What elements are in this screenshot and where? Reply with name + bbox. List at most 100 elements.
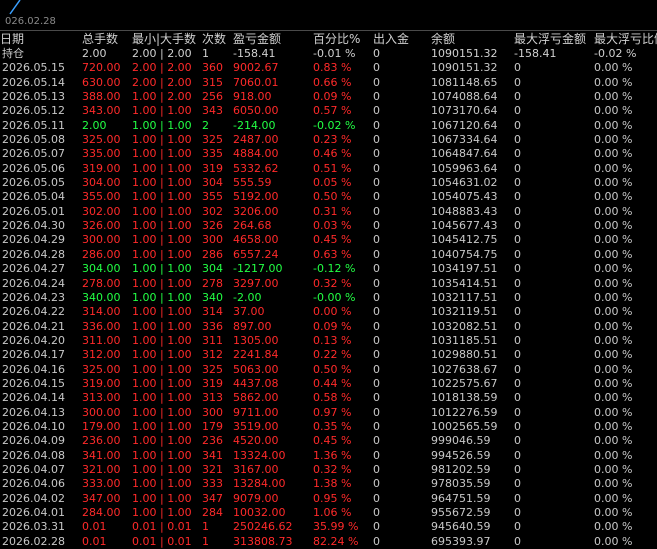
table-row[interactable]: 2026.05.01 302.00 1.00 | 1.00 302 3206.00 0.3… — [0, 205, 657, 219]
row-pnl: 250246.62 — [233, 520, 293, 534]
table-row[interactable]: 2026.04.08 341.00 1.00 | 1.00 341 13324.00 1.… — [0, 449, 657, 463]
table-row[interactable]: 2026.04.06 333.00 1.00 | 1.00 333 13284.00 1.… — [0, 477, 657, 491]
table-row[interactable]: 2026.04.23 340.00 1.00 | 1.00 340 -2.00 -0.00… — [0, 291, 657, 305]
row-pnl: 5332.62 — [233, 161, 279, 175]
row-minmax: 1.00 | 1.00 — [132, 133, 192, 147]
row-flow: 0 — [373, 506, 380, 519]
row-balance: 1034197.51 — [431, 262, 498, 276]
row-lots: 630.00 — [82, 75, 121, 89]
table-row[interactable]: 2026.04.15 319.00 1.00 | 1.00 319 4437.08 0.4… — [0, 377, 657, 391]
table-row[interactable]: 持仓 2.00 2.00 | 2.00 1 -158.41 -0.01 % 0 1090151… — [0, 47, 657, 61]
row-maxloss: 0 — [514, 290, 521, 304]
row-lots: 340.00 — [82, 290, 121, 304]
row-maxpct: 0.00 % — [594, 506, 633, 519]
col-flow[interactable]: 出入金 — [373, 31, 431, 47]
row-pct: 1.06 % — [313, 506, 352, 519]
table-row[interactable]: 2026.04.27 304.00 1.00 | 1.00 304 -1217.00 -0… — [0, 262, 657, 276]
row-pct: 0.23 % — [313, 133, 352, 147]
row-count: 340 — [202, 290, 223, 304]
row-balance: 1067120.64 — [431, 118, 498, 132]
col-maxloss[interactable]: 最大浮亏金额 — [514, 31, 594, 47]
row-lots: 341.00 — [82, 448, 121, 462]
table-row[interactable]: 2026.05.06 319.00 1.00 | 1.00 319 5332.62 0.5… — [0, 162, 657, 176]
row-date: 2026.05.01 — [2, 204, 65, 218]
col-balance[interactable]: 余额 — [431, 31, 514, 47]
row-balance: 1064847.64 — [431, 147, 498, 161]
col-minmax[interactable]: 最小|大手数 — [132, 31, 202, 47]
table-row[interactable]: 2026.04.29 300.00 1.00 | 1.00 300 4658.00 0.4… — [0, 233, 657, 247]
row-flow: 0 — [373, 391, 380, 405]
table-row[interactable]: 2026.05.11 2.00 1.00 | 1.00 2 -214.00 -0.02 %… — [0, 119, 657, 133]
row-count: 311 — [202, 333, 223, 347]
table-row[interactable]: 2026.04.10 179.00 1.00 | 1.00 179 3519.00 0.3… — [0, 420, 657, 434]
row-pct: 0.46 % — [313, 147, 352, 161]
table-row[interactable]: 2026.04.22 314.00 1.00 | 1.00 314 37.00 0.00 … — [0, 305, 657, 319]
row-date: 2026.04.13 — [2, 405, 65, 419]
table-row[interactable]: 2026.04.17 312.00 1.00 | 1.00 312 2241.84 0.2… — [0, 348, 657, 362]
row-pnl: 3297.00 — [233, 276, 279, 290]
table-row[interactable]: 2026.03.31 0.01 0.01 | 0.01 1 250246.62 35.99… — [0, 520, 657, 534]
table-row[interactable]: 2026.05.07 335.00 1.00 | 1.00 335 4884.00 0.4… — [0, 147, 657, 161]
table-row[interactable]: 2026.04.13 300.00 1.00 | 1.00 300 9711.00 0.9… — [0, 406, 657, 420]
row-maxloss: 0 — [514, 75, 521, 89]
row-pnl: 4884.00 — [233, 147, 279, 161]
row-count: 347 — [202, 491, 223, 505]
table-row[interactable]: 2026.04.07 321.00 1.00 | 1.00 321 3167.00 0.3… — [0, 463, 657, 477]
table-row[interactable]: 2026.04.01 284.00 1.00 | 1.00 284 10032.00 1.… — [0, 506, 657, 520]
row-count: 355 — [202, 190, 223, 204]
row-flow: 0 — [373, 305, 380, 319]
col-count[interactable]: 次数 — [202, 31, 233, 47]
row-pct: 0.57 % — [313, 104, 352, 118]
row-lots: 325.00 — [82, 362, 121, 376]
row-count: 321 — [202, 462, 223, 476]
row-maxpct: 0.00 % — [594, 520, 633, 534]
col-pct[interactable]: 百分比% — [313, 31, 373, 47]
table-row[interactable]: 2026.05.05 304.00 1.00 | 1.00 304 555.59 0.05… — [0, 176, 657, 190]
row-maxloss: 0 — [514, 190, 521, 204]
col-date[interactable]: 日期 — [0, 31, 82, 47]
col-pnl[interactable]: 盈亏金额 — [233, 31, 313, 47]
col-lots[interactable]: 总手数 — [82, 31, 132, 47]
row-count: 256 — [202, 90, 223, 104]
row-lots: 314.00 — [82, 305, 121, 319]
row-date: 2026.05.06 — [2, 161, 65, 175]
table-row[interactable]: 2026.04.02 347.00 1.00 | 1.00 347 9079.00 0.9… — [0, 492, 657, 506]
col-maxpct[interactable]: 最大浮亏比例 — [594, 31, 657, 47]
table-row[interactable]: 2026.04.28 286.00 1.00 | 1.00 286 6557.24 0.6… — [0, 248, 657, 262]
row-maxpct: 0.00 % — [594, 233, 633, 247]
row-maxpct: 0.00 % — [594, 448, 633, 462]
row-count: 325 — [202, 133, 223, 147]
row-date: 2026.05.12 — [2, 104, 65, 118]
table-row[interactable]: 2026.04.14 313.00 1.00 | 1.00 313 5862.00 0.5… — [0, 391, 657, 405]
table-row[interactable]: 2026.05.08 325.00 1.00 | 1.00 325 2487.00 0.2… — [0, 133, 657, 147]
row-pnl: 7060.01 — [233, 75, 279, 89]
row-minmax: 1.00 | 1.00 — [132, 448, 192, 462]
table-row[interactable]: 2026.04.21 336.00 1.00 | 1.00 336 897.00 0.09… — [0, 320, 657, 334]
table-row[interactable]: 2026.05.15 720.00 2.00 | 2.00 360 9002.67 0.8… — [0, 61, 657, 75]
row-minmax: 1.00 | 1.00 — [132, 333, 192, 347]
row-minmax: 1.00 | 1.00 — [132, 247, 192, 261]
row-minmax: 1.00 | 1.00 — [132, 233, 192, 247]
row-lots: 311.00 — [82, 333, 121, 347]
table-row[interactable]: 2026.04.09 236.00 1.00 | 1.00 236 4520.00 0.4… — [0, 434, 657, 448]
table-row[interactable]: 2026.05.12 343.00 1.00 | 1.00 343 6050.00 0.5… — [0, 104, 657, 118]
row-lots: 313.00 — [82, 391, 121, 405]
table-row[interactable]: 2026.05.04 355.00 1.00 | 1.00 355 5192.00 0.5… — [0, 190, 657, 204]
row-count: 315 — [202, 75, 223, 89]
table-row[interactable]: 2026.05.14 630.00 2.00 | 2.00 315 7060.01 0.6… — [0, 76, 657, 90]
table-row[interactable]: 2026.02.28 0.01 0.01 | 0.01 1 313808.73 82.24… — [0, 535, 657, 549]
row-pnl: 1305.00 — [233, 333, 279, 347]
table-row[interactable]: 2026.04.20 311.00 1.00 | 1.00 311 1305.00 0.1… — [0, 334, 657, 348]
row-pct: 0.66 % — [313, 75, 352, 89]
row-lots: 319.00 — [82, 161, 121, 175]
row-lots: 347.00 — [82, 491, 121, 505]
row-count: 313 — [202, 391, 223, 405]
table-row[interactable]: 2026.04.30 326.00 1.00 | 1.00 326 264.68 0.03… — [0, 219, 657, 233]
row-pct: 0.45 % — [313, 233, 352, 247]
row-date: 2026.04.16 — [2, 362, 65, 376]
row-pct: 0.00 % — [313, 305, 352, 319]
table-row[interactable]: 2026.04.16 325.00 1.00 | 1.00 325 5063.00 0.5… — [0, 363, 657, 377]
row-maxpct: -0.02 % — [594, 47, 637, 60]
table-row[interactable]: 2026.04.24 278.00 1.00 | 1.00 278 3297.00 0.3… — [0, 277, 657, 291]
table-row[interactable]: 2026.05.13 388.00 1.00 | 2.00 256 918.00 0.09… — [0, 90, 657, 104]
